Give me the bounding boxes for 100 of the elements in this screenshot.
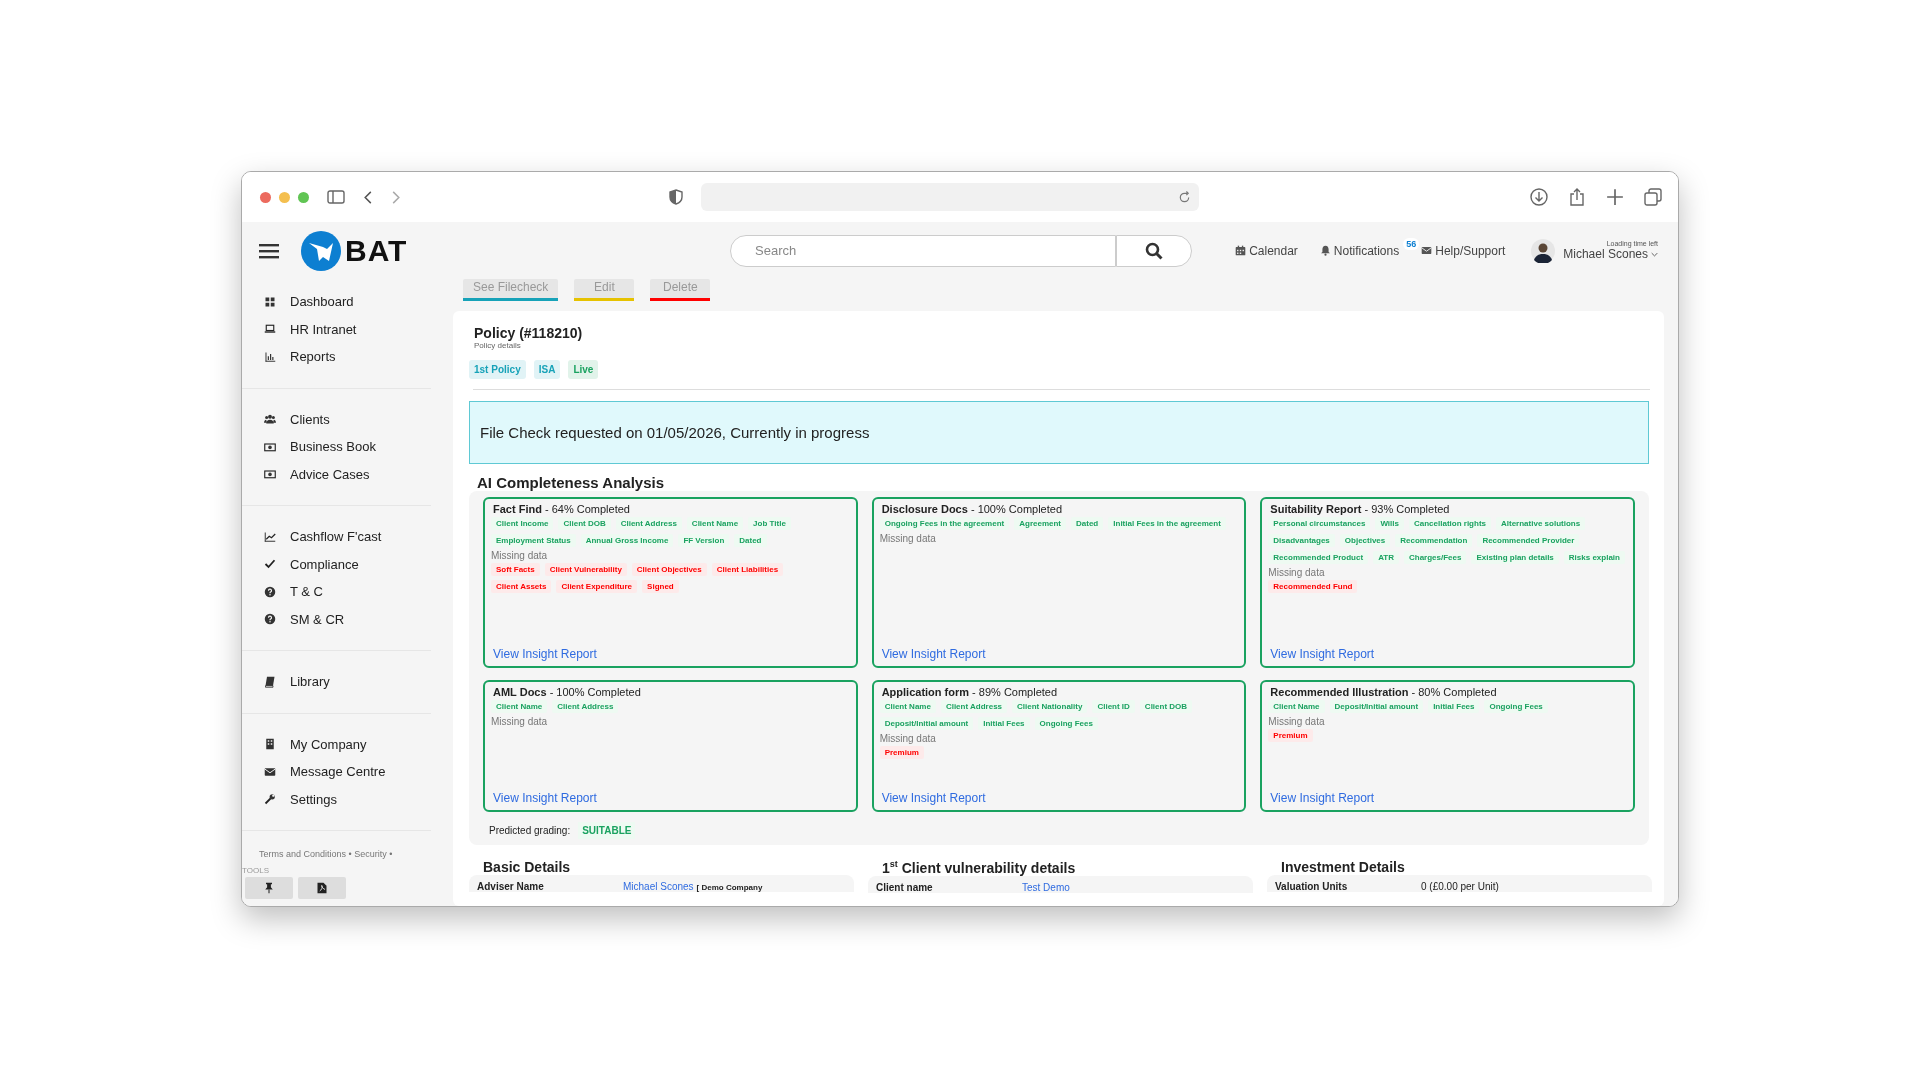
grading-label: Predicted grading: <box>489 825 571 836</box>
field-label: Adviser Name <box>477 881 545 892</box>
found-chip: Job Title <box>748 517 791 530</box>
missing-chip: Recommended Fund <box>1268 580 1358 593</box>
question-icon <box>264 585 276 598</box>
grid-icon <box>264 295 276 308</box>
missing-chip: Signed <box>642 580 679 593</box>
header-link[interactable]: Help/Support <box>1421 243 1506 258</box>
sidebar-item[interactable]: My Company <box>242 730 431 758</box>
search-button[interactable] <box>1116 234 1192 267</box>
shield-icon[interactable] <box>669 189 683 205</box>
sidebar-item[interactable]: HR Intranet <box>242 315 431 343</box>
bell-icon <box>1319 245 1331 256</box>
missing-label: Missing data <box>879 533 937 544</box>
insight-link[interactable]: View Insight Report <box>491 647 848 661</box>
insight-link[interactable]: View Insight Report <box>1268 791 1625 805</box>
found-chip: Recommendation <box>1395 534 1473 547</box>
found-chip: Client Address <box>615 517 682 530</box>
sidebar-item[interactable]: T & C <box>242 578 431 606</box>
sidebar-item[interactable]: Business Book <box>242 433 431 461</box>
details-heading: 1$^{st}$ Client vulnerability details <box>881 859 1077 876</box>
sidebar-item[interactable]: Library <box>242 668 431 696</box>
found-chip: Ongoing Fees in the agreement <box>879 517 1010 530</box>
line-chart-icon <box>264 530 276 543</box>
card-title: Recommended Illustration - 80% Completed <box>1269 686 1498 698</box>
minimize-dot[interactable] <box>279 191 290 203</box>
bat-logo-icon <box>301 230 341 271</box>
insight-link[interactable]: View Insight Report <box>879 647 1237 661</box>
envelope-icon <box>264 765 276 778</box>
sidebar-item[interactable]: Cashflow F'cast <box>242 523 431 551</box>
policy-tag: ISA <box>533 360 561 379</box>
sidebar-item[interactable]: Message Centre <box>242 758 431 786</box>
sidebar-item[interactable]: Clients <box>242 405 431 433</box>
sidebar-item[interactable]: Dashboard <box>242 288 431 316</box>
found-chip: Initial Fees in the agreement <box>1108 517 1226 530</box>
missing-chip: Client Objectives <box>631 563 707 576</box>
missing-chip: Client Expenditure <box>556 580 638 593</box>
field-label: Valuation Units <box>1275 881 1349 892</box>
missing-chip: Premium <box>1268 729 1313 742</box>
missing-label: Missing data <box>1268 716 1326 727</box>
found-chip: Annual Gross Income <box>580 534 674 547</box>
missing-chip: Premium <box>879 746 924 759</box>
reload-icon[interactable] <box>1178 190 1191 204</box>
banknote-icon <box>264 468 276 481</box>
details-heading: Investment Details <box>1280 859 1406 875</box>
policy-tag: Live <box>568 360 599 379</box>
back-icon[interactable] <box>363 189 373 205</box>
header-link[interactable]: Notifications <box>1319 243 1400 258</box>
tabs-icon[interactable] <box>1644 188 1662 206</box>
download-icon[interactable] <box>1530 188 1548 206</box>
sidebar-item[interactable]: Advice Cases <box>242 460 431 488</box>
insight-link[interactable]: View Insight Report <box>491 791 848 805</box>
wrench-icon <box>264 793 276 806</box>
header-link[interactable]: Calendar <box>1235 243 1298 258</box>
missing-label: Missing data <box>491 550 549 561</box>
found-chip: Recommended Product <box>1268 551 1369 564</box>
field-link[interactable]: Test Demo <box>1022 881 1070 893</box>
found-chip: Cancellation rights <box>1409 517 1491 530</box>
missing-chip: Client Assets <box>491 580 552 593</box>
zoom-dot[interactable] <box>298 191 309 203</box>
card-title: Disclosure Docs - 100% Completed <box>880 503 1064 515</box>
user-menu[interactable]: Michael Scones <box>1563 247 1658 261</box>
sidebar-item[interactable]: Reports <box>242 343 431 371</box>
found-chip: Agreement <box>1014 517 1067 530</box>
company-text: [ Demo Company <box>696 883 763 892</box>
close-dot[interactable] <box>260 191 271 203</box>
sidebar-item[interactable]: SM & CR <box>242 605 431 633</box>
found-chip: Deposit/Initial amount <box>879 717 974 730</box>
field-label: Client name <box>876 881 934 893</box>
missing-label: Missing data <box>491 716 549 727</box>
field-link[interactable]: Michael Scones <box>623 881 694 892</box>
insight-link[interactable]: View Insight Report <box>879 791 1237 805</box>
card-title: Fact Find - 64% Completed <box>492 503 631 515</box>
menu-icon[interactable] <box>259 242 279 259</box>
found-chip: Ongoing Fees <box>1034 717 1098 730</box>
share-icon[interactable] <box>1568 188 1586 206</box>
pdf-icon <box>316 882 328 894</box>
question-icon <box>264 613 276 626</box>
search-field[interactable]: Search <box>730 234 1116 267</box>
found-chip: Employment Status <box>491 534 576 547</box>
found-chip: Client DOB <box>1139 700 1193 713</box>
book-icon <box>264 675 276 688</box>
missing-label: Missing data <box>879 733 937 744</box>
plus-icon[interactable] <box>1606 188 1624 206</box>
sidebar-toggle-icon[interactable] <box>327 188 345 206</box>
policy-tag: 1st Policy <box>469 360 526 379</box>
building-icon <box>264 738 276 751</box>
tool-button[interactable] <box>245 877 293 899</box>
sidebar-item[interactable]: Compliance <box>242 550 431 578</box>
laptop-icon <box>264 323 276 336</box>
found-chip: Ongoing Fees <box>1484 700 1548 713</box>
avatar[interactable] <box>1531 238 1556 263</box>
insight-link[interactable]: View Insight Report <box>1268 647 1625 661</box>
search-icon <box>1145 241 1163 260</box>
policy-title: Policy (#118210) <box>473 325 584 341</box>
found-chip: Objectives <box>1339 534 1391 547</box>
envelope-icon <box>1421 245 1433 256</box>
tool-button[interactable] <box>298 877 346 899</box>
found-chip: Existing plan details <box>1471 551 1559 564</box>
sidebar-item[interactable]: Settings <box>242 785 431 813</box>
